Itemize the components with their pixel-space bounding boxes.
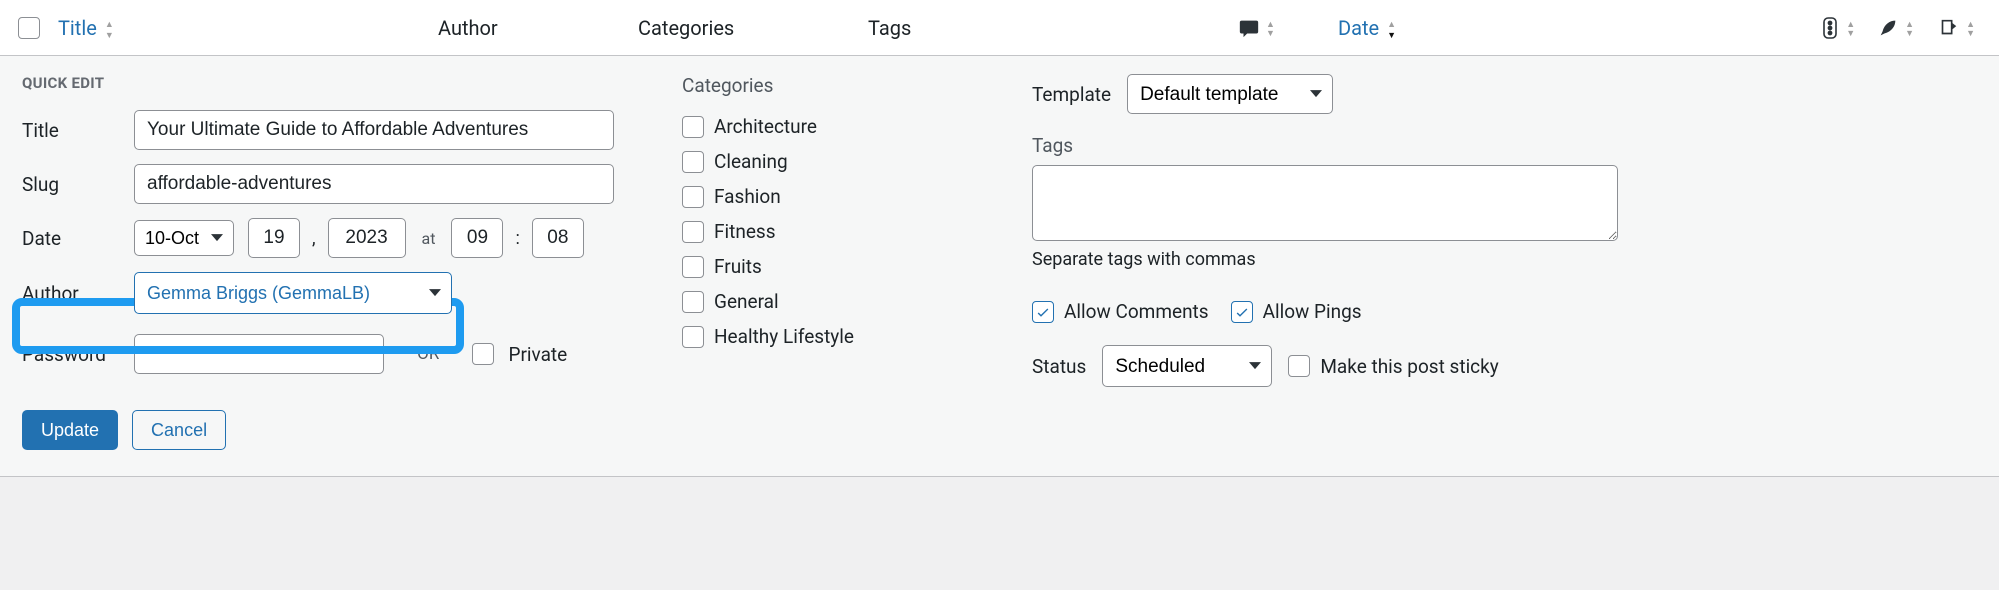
column-seo[interactable] (1820, 16, 1855, 40)
tags-hint: Separate tags with commas (1032, 249, 1977, 270)
sticky-label: Make this post sticky (1320, 355, 1498, 378)
column-date[interactable]: Date (1338, 16, 1618, 40)
day-input[interactable] (248, 218, 300, 258)
private-checkbox[interactable] (472, 343, 494, 365)
category-checkbox[interactable] (682, 186, 704, 208)
title-input[interactable] (134, 110, 614, 150)
column-readability[interactable] (1877, 17, 1914, 39)
slug-label: Slug (22, 173, 120, 196)
column-author[interactable]: Author (438, 16, 638, 40)
minute-input[interactable] (532, 218, 584, 258)
column-comments[interactable] (1238, 17, 1338, 39)
allow-pings-label: Allow Pings (1263, 300, 1362, 323)
category-label: Cleaning (714, 150, 788, 173)
private-label: Private (508, 343, 567, 366)
status-label: Status (1032, 355, 1086, 378)
category-label: Architecture (714, 115, 817, 138)
hour-input[interactable] (451, 218, 503, 258)
sort-arrows-icon (1905, 19, 1914, 37)
month-select[interactable]: 10-Oct (134, 220, 234, 256)
traffic-light-icon (1820, 16, 1840, 40)
author-label: Author (22, 282, 120, 305)
category-label: Fruits (714, 255, 762, 278)
category-checkbox[interactable] (682, 256, 704, 278)
categories-label: Categories (682, 74, 972, 97)
category-checkbox[interactable] (682, 116, 704, 138)
column-links[interactable] (1936, 17, 1975, 39)
author-select[interactable]: Gemma Briggs (GemmaLB) (134, 272, 452, 314)
comments-icon (1238, 17, 1260, 39)
category-checkbox[interactable] (682, 326, 704, 348)
category-checkbox[interactable] (682, 151, 704, 173)
or-label: –OR– (406, 344, 450, 364)
sticky-checkbox[interactable] (1288, 355, 1310, 377)
update-button[interactable]: Update (22, 410, 118, 450)
allow-comments-label: Allow Comments (1064, 300, 1209, 323)
quick-edit-heading: Quick Edit (22, 74, 622, 92)
slug-input[interactable] (134, 164, 614, 204)
column-tags[interactable]: Tags (868, 16, 1078, 40)
status-select[interactable]: Scheduled (1102, 345, 1272, 387)
feather-icon (1877, 17, 1899, 39)
sort-arrows-icon (1966, 19, 1975, 37)
category-label: Healthy Lifestyle (714, 325, 854, 348)
tags-label: Tags (1032, 134, 1977, 157)
password-input[interactable] (134, 334, 384, 374)
allow-pings-checkbox[interactable] (1231, 301, 1253, 323)
category-checkbox[interactable] (682, 221, 704, 243)
date-label: Date (22, 227, 120, 250)
sort-arrows-icon (1387, 17, 1396, 39)
category-item[interactable]: Cleaning (682, 150, 972, 173)
category-item[interactable]: Architecture (682, 115, 972, 138)
column-title[interactable]: Title (58, 16, 114, 40)
category-item[interactable]: Fitness (682, 220, 972, 243)
category-item[interactable]: Healthy Lifestyle (682, 325, 972, 348)
allow-comments-checkbox[interactable] (1032, 301, 1054, 323)
category-label: General (714, 290, 779, 313)
categories-list: Architecture Cleaning Fashion Fitness Fr… (682, 111, 972, 348)
template-select[interactable]: Default template (1127, 74, 1333, 114)
outgoing-link-icon (1936, 17, 1960, 39)
cancel-button[interactable]: Cancel (132, 410, 226, 450)
template-label: Template (1032, 83, 1111, 106)
category-label: Fitness (714, 220, 776, 243)
sort-arrows-icon (1846, 19, 1855, 37)
category-item[interactable]: Fashion (682, 185, 972, 208)
select-all-checkbox[interactable] (18, 17, 40, 39)
year-input[interactable] (328, 218, 406, 258)
category-label: Fashion (714, 185, 781, 208)
sort-arrows-icon (105, 17, 114, 39)
tags-input[interactable] (1032, 165, 1618, 241)
category-checkbox[interactable] (682, 291, 704, 313)
column-title-label: Title (58, 16, 97, 40)
category-item[interactable]: Fruits (682, 255, 972, 278)
title-label: Title (22, 119, 120, 142)
at-label: at (422, 229, 436, 248)
sort-arrows-icon (1266, 19, 1275, 37)
column-categories[interactable]: Categories (638, 16, 868, 40)
category-item[interactable]: General (682, 290, 972, 313)
password-label: Password (22, 343, 120, 366)
